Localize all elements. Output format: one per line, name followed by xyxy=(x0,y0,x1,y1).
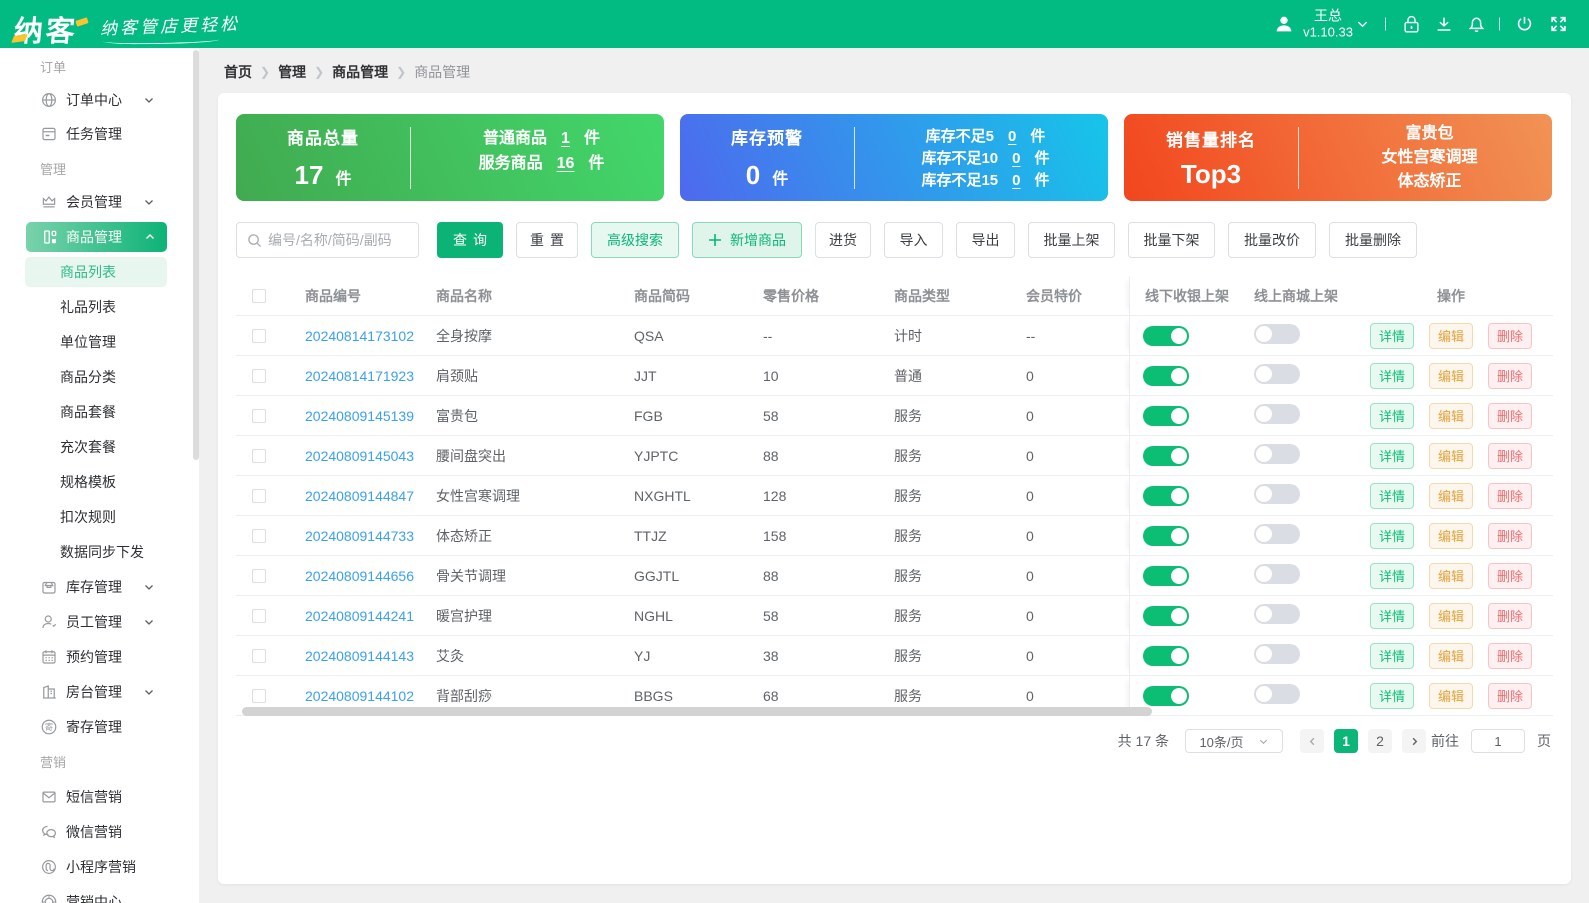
svg-text:寄: 寄 xyxy=(45,722,53,732)
